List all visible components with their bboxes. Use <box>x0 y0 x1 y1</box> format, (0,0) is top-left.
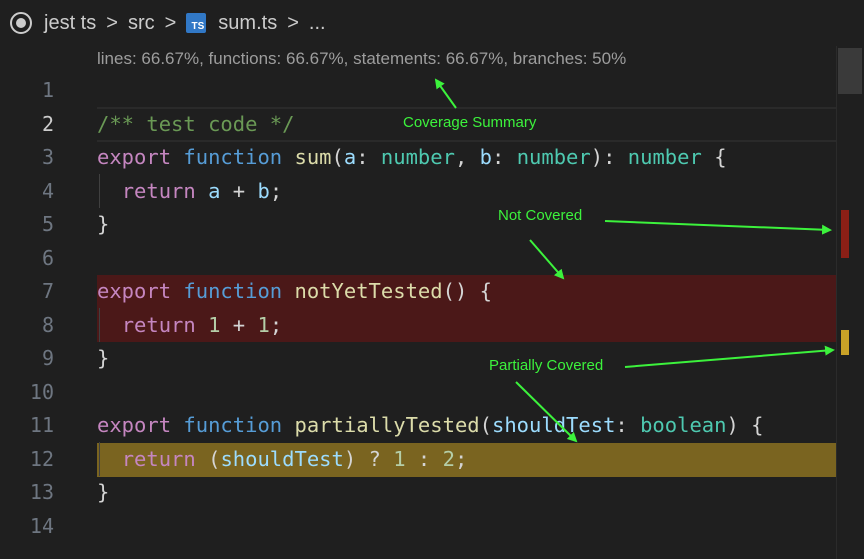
coverage-summary: lines: 66.67%, functions: 66.67%, statem… <box>97 49 627 68</box>
code-line-9: } <box>97 346 110 370</box>
line-number: 11 <box>29 413 54 437</box>
line-number: 4 <box>41 178 54 203</box>
line-number: 7 <box>41 279 54 303</box>
code-line-2: /** test code */ <box>97 111 295 136</box>
folder-root-icon[interactable] <box>10 12 32 34</box>
breadcrumb-item-folder[interactable]: src <box>128 12 155 35</box>
breadcrumb: jest ts > src > TS sum.ts > ... <box>0 0 864 46</box>
breadcrumb-item-project[interactable]: jest ts <box>44 12 96 35</box>
breadcrumb-separator: > <box>106 11 118 34</box>
annotation-partially-covered: Partially Covered <box>489 357 604 374</box>
line-number-active: 2 <box>41 111 54 136</box>
code-line-8: return 1 + 1; <box>121 312 283 337</box>
editor-scrollbar[interactable] <box>836 46 864 559</box>
line-number: 12 <box>29 446 54 471</box>
partially-covered-scroll-marker <box>841 330 849 355</box>
breadcrumb-item-file[interactable]: sum.ts <box>218 12 277 35</box>
line-number: 1 <box>41 78 54 102</box>
line-number: 8 <box>41 312 54 337</box>
breadcrumb-item-symbol[interactable]: ... <box>309 12 326 35</box>
breadcrumb-separator: > <box>287 11 299 34</box>
annotation-coverage-summary: Coverage Summary <box>403 114 537 131</box>
scrollbar-thumb[interactable] <box>838 48 862 94</box>
code-line-11: export function partiallyTested(shouldTe… <box>97 413 764 437</box>
code-line-5: } <box>97 212 110 236</box>
not-covered-scroll-marker <box>841 210 849 258</box>
line-number: 13 <box>29 480 54 504</box>
line-number: 14 <box>29 513 54 538</box>
code-line-4: return a + b; <box>121 178 283 203</box>
code-editor[interactable]: 1 2 3 4 5 6 7 8 9 10 11 12 13 14 /** tes… <box>0 74 864 559</box>
typescript-file-icon: TS <box>186 13 207 33</box>
line-number: 10 <box>29 379 54 404</box>
code-line-12: return (shouldTest) ? 1 : 2; <box>121 446 468 471</box>
breadcrumb-separator: > <box>164 11 177 34</box>
line-number: 9 <box>41 346 54 370</box>
annotation-not-covered: Not Covered <box>498 207 583 224</box>
line-number: 3 <box>41 145 54 169</box>
code-line-7: export function notYetTested() { <box>97 279 492 303</box>
code-line-13: } <box>97 480 110 504</box>
line-number: 6 <box>41 245 54 270</box>
line-number: 5 <box>41 212 54 236</box>
code-line-3: export function sum(a: number, b: number… <box>97 145 727 169</box>
